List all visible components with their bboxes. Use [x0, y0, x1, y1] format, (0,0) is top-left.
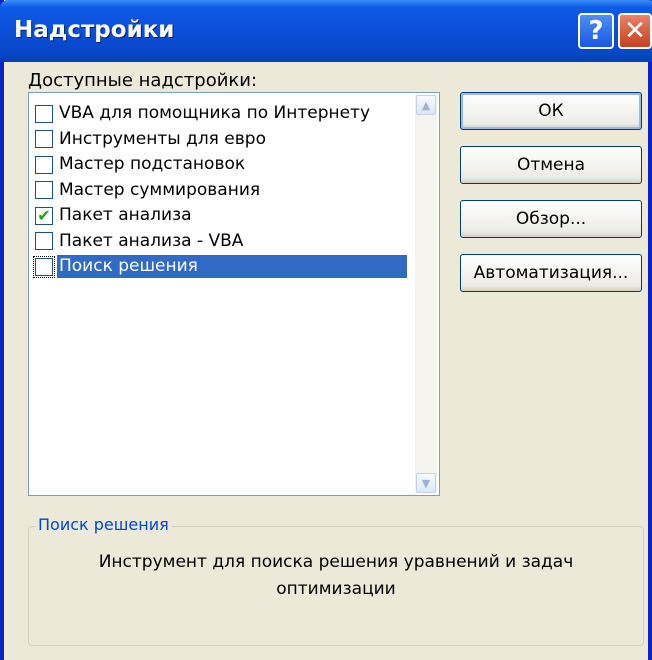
ok-button[interactable]: ОК [460, 92, 642, 130]
addin-checkbox[interactable] [35, 155, 53, 174]
addin-checkbox[interactable] [33, 255, 55, 278]
addin-label: Пакет анализа [59, 205, 192, 225]
addins-dialog: Надстройки ? ✕ Доступные надстройки: VBA… [0, 0, 652, 660]
cancel-button-label: Отмена [516, 155, 586, 175]
scroll-up-button[interactable]: ▲ [416, 95, 436, 115]
addins-listbox[interactable]: VBA для помощника по Интернету Инструмент… [28, 92, 440, 496]
addin-checkbox[interactable] [35, 181, 53, 199]
listbox-scrollbar[interactable]: ▲ ▼ [415, 95, 437, 493]
addin-list-item[interactable]: Инструменты для евро [35, 127, 407, 152]
addin-label: Инструменты для евро [59, 128, 266, 149]
addin-label: Поиск решения [57, 255, 407, 278]
close-button[interactable]: ✕ [618, 13, 652, 49]
help-button[interactable]: ? [578, 13, 614, 49]
addin-checkbox[interactable] [35, 104, 53, 123]
addin-list-item[interactable]: Мастер суммирования [35, 178, 407, 203]
description-text: Инструмент для поиска решения уравнений … [98, 552, 574, 599]
addin-label: Мастер подстановок [59, 154, 246, 174]
available-addins-label: Доступные надстройки: [28, 70, 258, 91]
scroll-down-button[interactable]: ▼ [416, 473, 436, 493]
addin-list-item[interactable]: Мастер подстановок [35, 152, 407, 177]
addin-list-item[interactable]: VBA для помощника по Интернету [35, 101, 407, 126]
checkmark-icon: ✔ [37, 205, 51, 225]
description-groupbox: Поиск решения Инструмент для поиска реше… [28, 515, 644, 646]
description-title: Поиск решения [35, 515, 172, 534]
addin-list-item[interactable]: ✔ Пакет анализа [35, 203, 407, 228]
automation-button[interactable]: Автоматизация... [460, 254, 642, 292]
dialog-title: Надстройки [14, 17, 175, 43]
addin-label: Мастер суммирования [59, 179, 261, 200]
addin-checkbox[interactable]: ✔ [35, 205, 53, 225]
ok-button-label: ОК [538, 101, 564, 121]
addin-checkbox[interactable] [35, 130, 53, 148]
addin-label: Пакет анализа - VBA [59, 230, 244, 251]
addin-list-item[interactable]: Поиск решения [33, 254, 407, 279]
automation-button-label: Автоматизация... [473, 263, 629, 283]
help-icon: ? [588, 16, 604, 46]
addin-checkbox[interactable] [35, 232, 53, 250]
up-arrow-icon: ▲ [421, 98, 431, 112]
browse-button-label: Обзор... [515, 209, 587, 229]
close-icon: ✕ [624, 16, 646, 46]
addin-label: VBA для помощника по Интернету [59, 103, 371, 123]
cancel-button[interactable]: Отмена [460, 146, 642, 184]
down-arrow-icon: ▼ [421, 476, 431, 490]
title-bar[interactable]: Надстройки ? ✕ [0, 0, 652, 62]
browse-button[interactable]: Обзор... [460, 200, 642, 238]
addin-list-item[interactable]: Пакет анализа - VBA [35, 229, 407, 254]
